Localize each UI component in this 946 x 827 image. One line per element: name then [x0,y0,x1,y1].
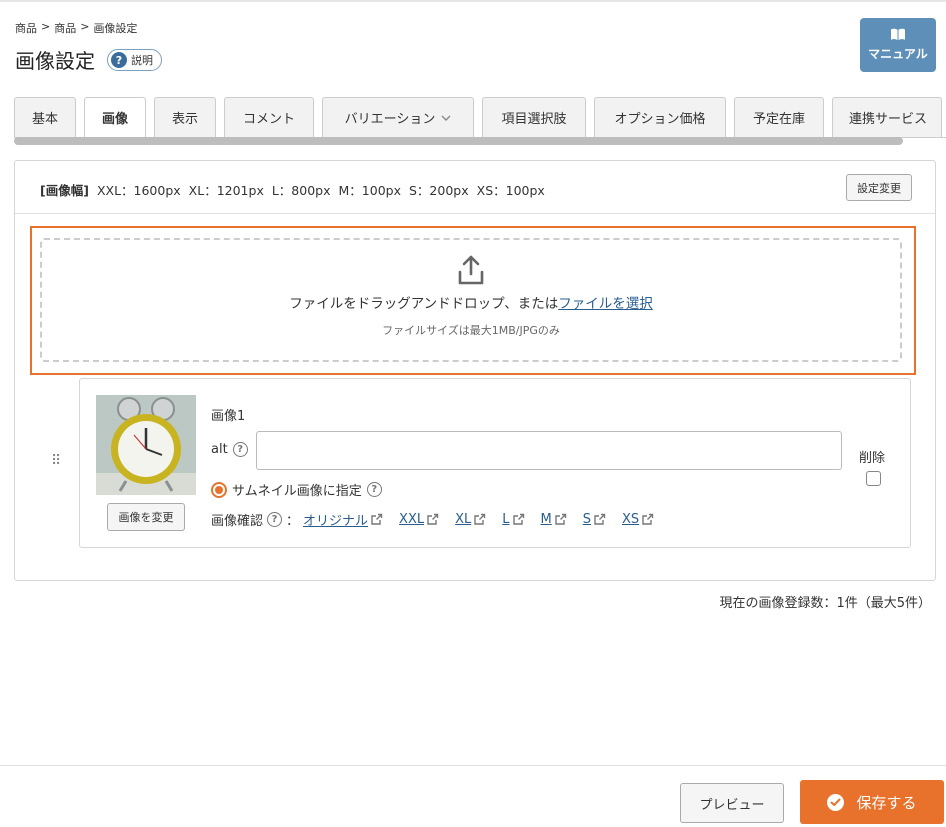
link-xxl[interactable]: XXL [399,512,424,527]
size-xs: XS：100px [476,183,545,198]
tab-bar: 基本 画像 表示 コメント バリエーション 項目選択肢 オプション価格 予定在庫… [14,97,946,137]
tab-image[interactable]: 画像 [84,97,146,137]
help-icon[interactable]: ? [366,482,382,497]
upload-icon [458,255,484,285]
help-label: 説明 [131,54,153,67]
dropzone-note: ファイルサイズは最大1MB/JPGのみ [382,324,560,337]
tab-label: 基本 [31,112,58,127]
thumbnail-option[interactable]: サムネイル画像に指定 ? [211,480,382,499]
change-image-button[interactable]: 画像を変更 [107,503,185,531]
link-xs[interactable]: XS [622,512,639,527]
tab-scrollbar[interactable] [14,137,903,145]
link-s[interactable]: S [583,512,591,527]
help-icon[interactable]: ? [267,512,283,527]
tab-label: バリエーション [344,112,436,127]
image-panel: [画像幅] XXL：1600px XL：1201px L：800px M：100… [14,160,936,581]
delete-checkbox[interactable] [866,471,881,486]
colon: ： [286,514,300,529]
link-m[interactable]: M [541,512,552,527]
alt-label-text: alt [211,442,228,457]
image-confirm-row: 画像確認 ? ： オリジナル XXL XL L M S XS [211,510,654,529]
change-settings-button[interactable]: 設定変更 [846,174,912,201]
tab-label: オプション価格 [614,112,706,127]
dropzone-highlight: ファイルをドラッグアンドドロップ、またはファイルを選択 ファイルサイズは最大1M… [30,226,916,375]
size-m: M：100px [338,183,401,198]
external-link-icon [371,513,383,525]
save-button[interactable]: 保存する [800,780,944,824]
size-l: L：800px [271,183,331,198]
image-confirm-label: 画像確認 [211,514,264,529]
link-xl[interactable]: XL [455,512,471,527]
tab-planned-stock[interactable]: 予定在庫 [734,97,824,137]
external-link-icon [474,513,486,525]
image-count: 現在の画像登録数：1件（最大5件） [719,596,931,611]
external-link-icon [427,513,439,525]
image-width-info: [画像幅] XXL：1600px XL：1201px L：800px M：100… [40,180,545,199]
image-item: 画像を変更 画像1 alt ? サムネイル画像に指定 ? 画像確認 ? ： オリ… [79,378,911,548]
breadcrumb-separator: > [41,20,51,33]
delete-label: 削除 [859,451,886,466]
tab-label: 連携サービス [849,112,928,127]
size-xl: XL：1201px [188,183,264,198]
drag-handle-icon[interactable]: ⠿ [51,454,61,468]
select-file-link[interactable]: ファイルを選択 [558,296,653,312]
tab-label: 画像 [101,112,128,127]
dropzone-instruction: ファイルをドラッグアンドドロップ、または [289,296,559,312]
tab-option-price[interactable]: オプション価格 [594,97,726,137]
link-original[interactable]: オリジナル [303,510,368,529]
breadcrumb-separator: > [80,20,90,33]
breadcrumb: 商品 > 商品 > 画像設定 [15,20,137,36]
top-border [0,0,946,2]
dropzone-text: ファイルをドラッグアンドドロップ、またはファイルを選択 [289,292,653,312]
alt-label: alt ? [211,442,248,457]
external-link-icon [594,513,606,525]
preview-button[interactable]: プレビュー [680,783,784,823]
tab-display[interactable]: 表示 [154,97,216,137]
external-link-icon [555,513,566,525]
size-s: S：200px [408,183,469,198]
size-xxl: XXL：1600px [96,183,181,198]
chevron-down-icon [441,115,451,121]
footer-bar: プレビュー 保存する [0,765,946,827]
breadcrumb-current: 画像設定 [93,22,138,35]
tab-basic[interactable]: 基本 [14,97,76,137]
image-thumbnail [96,395,196,495]
image-width-label: [画像幅] [40,183,89,198]
alt-input[interactable] [256,431,842,470]
tab-label: 表示 [171,112,198,127]
tab-comment[interactable]: コメント [224,97,314,137]
image-title: 画像1 [211,409,246,424]
thumbnail-label: サムネイル画像に指定 [232,484,362,499]
external-link-icon [512,513,524,525]
save-label: 保存する [856,793,917,812]
tab-label: コメント [242,112,295,127]
question-icon: ? [111,52,127,68]
breadcrumb-item[interactable]: 商品 [54,20,76,36]
tab-integration[interactable]: 連携サービス [832,97,942,137]
manual-label: マニュアル [868,47,928,61]
thumbnail-radio[interactable] [211,481,227,498]
help-button[interactable]: ? 説明 [107,49,162,71]
link-l[interactable]: L [502,512,509,527]
book-icon [891,28,905,40]
manual-button[interactable]: マニュアル [860,18,936,72]
tab-variation[interactable]: バリエーション [322,97,474,137]
breadcrumb-item[interactable]: 商品 [15,20,37,36]
tab-item-options[interactable]: 項目選択肢 [482,97,586,137]
tab-label: 予定在庫 [752,112,805,127]
page-title: 画像設定 [15,49,95,73]
tab-label: 項目選択肢 [501,112,567,127]
check-circle-icon [827,793,845,811]
external-link-icon [642,513,654,525]
image-width-header: [画像幅] XXL：1600px XL：1201px L：800px M：100… [15,161,935,214]
alarm-clock-image [96,395,196,495]
file-dropzone[interactable]: ファイルをドラッグアンドドロップ、またはファイルを選択 ファイルサイズは最大1M… [40,238,902,362]
help-icon[interactable]: ? [232,442,248,457]
